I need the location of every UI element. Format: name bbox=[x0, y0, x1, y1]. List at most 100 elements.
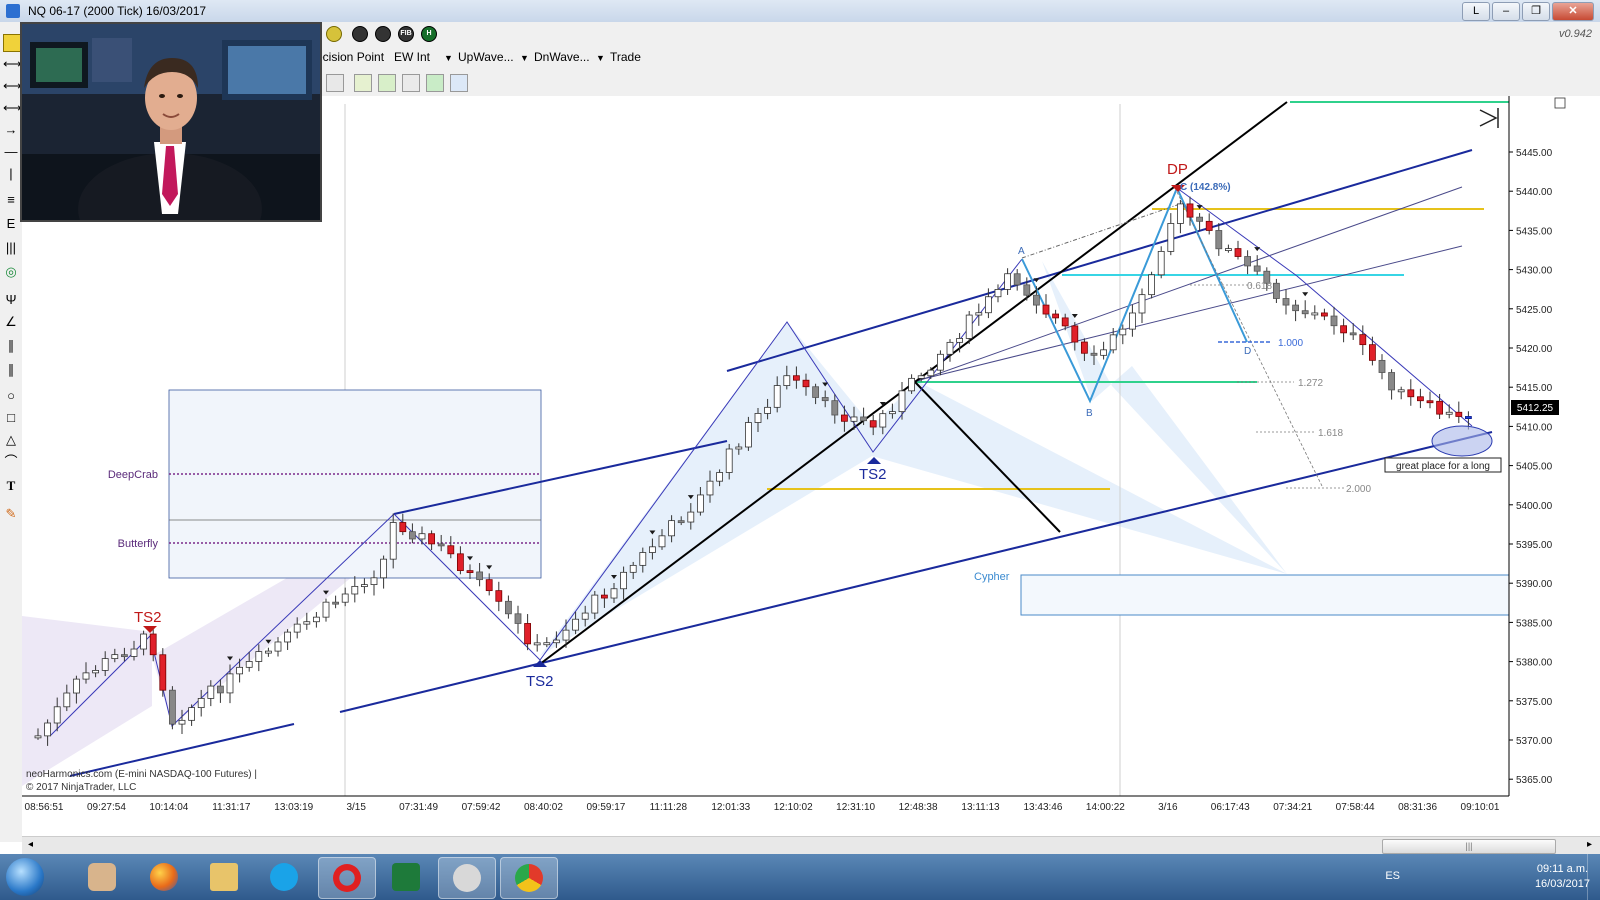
triangle-icon[interactable]: △ bbox=[3, 432, 19, 448]
time-tick-label: 12:10:02 bbox=[774, 802, 813, 813]
fib-icon[interactable]: FIB bbox=[398, 26, 414, 42]
chart-icon[interactable] bbox=[402, 74, 420, 92]
candle-body bbox=[140, 633, 147, 650]
fib-retracement-icon[interactable]: ≡ bbox=[3, 192, 19, 208]
menu-ew-int[interactable]: EW Int bbox=[394, 50, 430, 64]
start-button[interactable] bbox=[6, 858, 44, 896]
candle-body bbox=[1359, 334, 1367, 346]
candle-body bbox=[1234, 248, 1242, 257]
properties-icon[interactable] bbox=[450, 74, 468, 92]
candle-body bbox=[1042, 304, 1050, 315]
vertical-line-icon[interactable]: | bbox=[3, 166, 19, 182]
candle-body bbox=[168, 689, 176, 725]
last-price-label: 5412.25 bbox=[1517, 403, 1554, 414]
horizontal-scrollbar[interactable]: ◂ ||| ▸ bbox=[22, 836, 1600, 855]
bars-icon[interactable] bbox=[375, 26, 391, 42]
arc-icon[interactable]: ⌒ bbox=[3, 454, 19, 470]
close-button[interactable]: ✕ bbox=[1552, 2, 1594, 21]
candle-body bbox=[908, 377, 915, 392]
fib-1000-label: 1.000 bbox=[1278, 338, 1303, 349]
candle-body bbox=[495, 590, 503, 602]
candle-body bbox=[649, 546, 656, 553]
menu-trade[interactable]: Trade bbox=[610, 50, 641, 64]
harmonics-icon[interactable]: H bbox=[421, 26, 437, 42]
system-clock[interactable]: 09:11 a.m. 16/03/2017 bbox=[1535, 862, 1590, 892]
price-tick-label: 5425.00 bbox=[1516, 305, 1553, 316]
channel-icon[interactable]: ∥ bbox=[3, 338, 19, 354]
price-tick-label: 5385.00 bbox=[1516, 618, 1553, 629]
candle-body bbox=[735, 446, 743, 450]
candle-body bbox=[927, 369, 935, 377]
taskbar-app-ninjatrader[interactable] bbox=[438, 857, 496, 899]
candle-body bbox=[1148, 274, 1155, 296]
ts2-label-top: TS2 bbox=[134, 609, 162, 626]
candle-body bbox=[264, 650, 272, 654]
regression-icon[interactable]: ∥ bbox=[3, 362, 19, 378]
gann-fan-icon[interactable]: ∠ bbox=[3, 314, 19, 330]
fib-time-icon[interactable]: ||| bbox=[3, 240, 19, 256]
scroll-right-icon[interactable]: ▸ bbox=[1587, 839, 1592, 850]
time-tick-label: 13:11:13 bbox=[961, 802, 1000, 813]
time-tick-label: 10:14:04 bbox=[149, 802, 188, 813]
long-entry-highlight bbox=[1431, 425, 1493, 457]
candle-body bbox=[1109, 334, 1117, 351]
taskbar-app-excel[interactable] bbox=[378, 857, 434, 897]
candle-body bbox=[879, 413, 887, 428]
extended-line-icon[interactable]: ⟷ bbox=[3, 100, 22, 116]
maximize-button[interactable]: ❐ bbox=[1522, 2, 1550, 21]
arrow-line-icon[interactable]: → bbox=[3, 122, 19, 138]
ruler-icon[interactable] bbox=[3, 34, 21, 52]
fib-extension-icon[interactable]: Ε bbox=[3, 216, 19, 232]
language-indicator[interactable]: ES bbox=[1385, 870, 1400, 882]
taskbar-app-chrome[interactable] bbox=[500, 857, 558, 899]
taskbar-app-firefox[interactable] bbox=[136, 857, 192, 897]
time-tick-label: 11:31:17 bbox=[212, 802, 251, 813]
dropdown-arrow-icon[interactable]: ▼ bbox=[596, 53, 605, 63]
menu-dnwave[interactable]: DnWave... bbox=[534, 50, 590, 64]
pitchfork-icon[interactable]: Ψ bbox=[3, 292, 19, 308]
candle-body bbox=[946, 341, 954, 355]
ellipse-icon[interactable]: ○ bbox=[3, 388, 19, 404]
eraser-icon[interactable]: ✎ bbox=[3, 506, 19, 522]
candle-body bbox=[677, 520, 685, 524]
analyzer-icon[interactable] bbox=[378, 74, 396, 92]
show-desktop-button[interactable] bbox=[1587, 854, 1600, 900]
fib-circle-icon[interactable]: ◎ bbox=[3, 264, 19, 280]
candle-body bbox=[639, 552, 647, 566]
zoom-icon[interactable] bbox=[326, 74, 344, 92]
menu-decision-point[interactable]: ecision Point bbox=[316, 50, 384, 64]
text-icon[interactable]: T bbox=[3, 478, 19, 494]
taskbar-app-hand[interactable] bbox=[74, 857, 130, 897]
candle-body bbox=[1445, 411, 1453, 415]
clock-icon[interactable] bbox=[352, 26, 368, 42]
dropdown-arrow-icon[interactable]: ▼ bbox=[444, 53, 453, 63]
strategy-icon[interactable] bbox=[354, 74, 372, 92]
candle-body bbox=[1292, 304, 1299, 312]
link-button[interactable]: L bbox=[1462, 2, 1490, 21]
candle-body bbox=[121, 654, 128, 658]
taskbar-app-explorer[interactable] bbox=[196, 857, 252, 897]
rectangle-icon[interactable]: □ bbox=[3, 410, 19, 426]
properties-corner-icon[interactable] bbox=[1554, 97, 1566, 109]
minimize-button[interactable]: – bbox=[1492, 2, 1520, 21]
taskbar-app-skype[interactable] bbox=[256, 857, 312, 897]
horizontal-line-icon[interactable]: — bbox=[3, 144, 19, 160]
candle-body bbox=[332, 601, 340, 605]
dollar-icon[interactable] bbox=[426, 74, 444, 92]
menu-upwave[interactable]: UpWave... bbox=[458, 50, 514, 64]
candle-body bbox=[610, 588, 618, 599]
candle-body bbox=[399, 522, 407, 533]
taskbar-app-opera[interactable] bbox=[318, 857, 376, 899]
candle-body bbox=[562, 629, 570, 641]
scroll-left-icon[interactable]: ◂ bbox=[28, 839, 33, 850]
price-tick-label: 5365.00 bbox=[1516, 775, 1553, 786]
candle-body bbox=[841, 414, 848, 422]
ray-icon[interactable]: ⟷ bbox=[3, 78, 22, 94]
line-icon[interactable]: ⟷ bbox=[3, 56, 22, 72]
candle-body bbox=[1301, 310, 1309, 315]
indicator-icon[interactable] bbox=[326, 26, 342, 42]
scrollbar-thumb[interactable]: ||| bbox=[1382, 839, 1556, 854]
ts2-label-bottom: TS2 bbox=[526, 673, 554, 690]
dropdown-arrow-icon[interactable]: ▼ bbox=[520, 53, 529, 63]
price-tick-label: 5375.00 bbox=[1516, 697, 1553, 708]
